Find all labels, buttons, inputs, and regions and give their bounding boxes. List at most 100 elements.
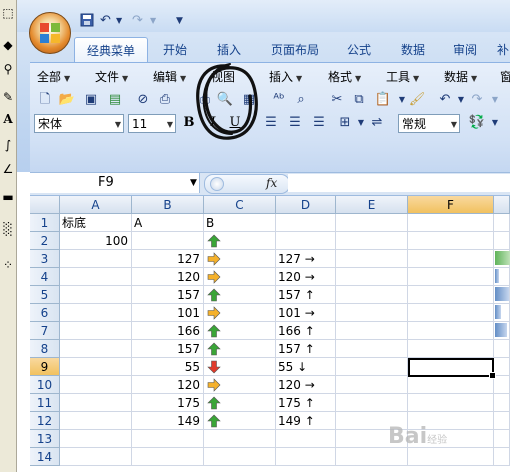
cell-g11[interactable] bbox=[494, 394, 510, 412]
format-painter-icon[interactable]: 🖌 bbox=[408, 91, 426, 109]
undo-dropdown-icon[interactable]: ▼ bbox=[116, 13, 122, 29]
cell-d11[interactable]: 175 ↑ bbox=[276, 394, 336, 412]
cell-g8[interactable] bbox=[494, 340, 510, 358]
column-header-d[interactable]: D bbox=[276, 196, 336, 214]
cell-g12[interactable] bbox=[494, 412, 510, 430]
row-header-10[interactable]: 10 bbox=[30, 376, 60, 394]
redo-icon[interactable]: ↷ bbox=[132, 13, 143, 29]
spray-icon[interactable]: ░ bbox=[1, 222, 15, 236]
print-preview-icon[interactable]: ⎙ bbox=[156, 91, 174, 109]
fill-handle[interactable] bbox=[489, 372, 496, 379]
column-header-f[interactable]: F bbox=[408, 196, 494, 214]
undo-icon[interactable]: ↶ bbox=[100, 13, 111, 29]
number-format-select[interactable]: 常规 ▼ bbox=[398, 114, 460, 133]
cell-c14[interactable] bbox=[204, 448, 276, 466]
cell-d7[interactable]: 166 ↑ bbox=[276, 322, 336, 340]
cell-d5[interactable]: 157 ↑ bbox=[276, 286, 336, 304]
curve-icon[interactable]: ∫ bbox=[1, 138, 15, 152]
cell-d1[interactable] bbox=[276, 214, 336, 232]
cell-b8[interactable]: 157 bbox=[132, 340, 204, 358]
column-header-e[interactable]: E bbox=[336, 196, 408, 214]
menu-data[interactable]: 数据 ▼ bbox=[444, 68, 477, 86]
formula-input[interactable] bbox=[288, 174, 510, 192]
cell-a6[interactable] bbox=[60, 304, 132, 322]
cell-b14[interactable] bbox=[132, 448, 204, 466]
cell-d3[interactable]: 127 → bbox=[276, 250, 336, 268]
formula-cancel-icon[interactable] bbox=[210, 177, 224, 191]
row-header-6[interactable]: 6 bbox=[30, 304, 60, 322]
column-header-a[interactable]: A bbox=[60, 196, 132, 214]
tab-review[interactable]: 审阅 bbox=[442, 37, 488, 63]
cell-e4[interactable] bbox=[336, 268, 408, 286]
cell-e3[interactable] bbox=[336, 250, 408, 268]
row-header-8[interactable]: 8 bbox=[30, 340, 60, 358]
cell-f2[interactable] bbox=[408, 232, 494, 250]
cell-f7[interactable] bbox=[408, 322, 494, 340]
cell-d10[interactable]: 120 → bbox=[276, 376, 336, 394]
row-header-12[interactable]: 12 bbox=[30, 412, 60, 430]
redo-toolbar-dropdown-icon[interactable]: ▼ bbox=[486, 91, 504, 109]
cell-b2[interactable] bbox=[132, 232, 204, 250]
customize-qat-icon[interactable]: ▼ bbox=[176, 13, 183, 29]
row-header-5[interactable]: 5 bbox=[30, 286, 60, 304]
row-header-14[interactable]: 14 bbox=[30, 448, 60, 466]
name-box-dropdown-icon[interactable]: ▼ bbox=[190, 173, 197, 193]
column-header-b[interactable]: B bbox=[132, 196, 204, 214]
font-size-select[interactable]: 11 ▼ bbox=[128, 114, 176, 133]
cell-a9[interactable] bbox=[60, 358, 132, 376]
office-button[interactable] bbox=[29, 12, 71, 54]
cell-g2[interactable] bbox=[494, 232, 510, 250]
cell-f3[interactable] bbox=[408, 250, 494, 268]
text-tool-icon[interactable]: A bbox=[1, 112, 15, 126]
cell-e7[interactable] bbox=[336, 322, 408, 340]
cell-g13[interactable] bbox=[494, 430, 510, 448]
cell-b1[interactable]: A bbox=[132, 214, 204, 232]
pen-icon[interactable]: ✎ bbox=[1, 90, 15, 104]
cell-f5[interactable] bbox=[408, 286, 494, 304]
cell-b11[interactable]: 175 bbox=[132, 394, 204, 412]
cell-a10[interactable] bbox=[60, 376, 132, 394]
cell-e8[interactable] bbox=[336, 340, 408, 358]
cell-g1[interactable] bbox=[494, 214, 510, 232]
spelling-icon[interactable]: ᴬᵇ bbox=[270, 91, 288, 109]
active-cell-f9[interactable] bbox=[408, 358, 496, 379]
cell-e1[interactable] bbox=[336, 214, 408, 232]
cell-f4[interactable] bbox=[408, 268, 494, 286]
copy-icon[interactable]: ⧉ bbox=[350, 91, 368, 109]
currency-format-icon[interactable]: 💱 bbox=[468, 114, 486, 132]
save-icon[interactable]: ▣ bbox=[82, 91, 100, 109]
row-header-2[interactable]: 2 bbox=[30, 232, 60, 250]
cell-d6[interactable]: 101 → bbox=[276, 304, 336, 322]
menu-window[interactable]: 窗 bbox=[500, 68, 510, 86]
open-folder-icon[interactable]: 📂 bbox=[58, 91, 76, 109]
cell-b9[interactable]: 55 bbox=[132, 358, 204, 376]
tab-classic-menu[interactable]: 经典菜单 bbox=[74, 37, 148, 64]
fill-bucket-icon[interactable]: ◆ bbox=[1, 38, 15, 52]
row-header-3[interactable]: 3 bbox=[30, 250, 60, 268]
row-header-1[interactable]: 1 bbox=[30, 214, 60, 232]
cell-a5[interactable] bbox=[60, 286, 132, 304]
cell-f10[interactable] bbox=[408, 376, 494, 394]
row-header-7[interactable]: 7 bbox=[30, 322, 60, 340]
menu-all[interactable]: 全部 ▼ bbox=[37, 68, 70, 86]
currency-dropdown-icon[interactable]: ▼ bbox=[486, 114, 504, 132]
align-right-icon[interactable]: ☰ bbox=[310, 114, 328, 132]
column-header-c[interactable]: C bbox=[204, 196, 276, 214]
rectangle-icon[interactable]: ▬ bbox=[1, 190, 15, 204]
cell-g14[interactable] bbox=[494, 448, 510, 466]
wrap-text-icon[interactable]: ⇌ bbox=[368, 114, 386, 132]
cell-f1[interactable] bbox=[408, 214, 494, 232]
insert-function-button[interactable]: fx bbox=[266, 174, 277, 192]
cell-a3[interactable] bbox=[60, 250, 132, 268]
select-all-corner[interactable] bbox=[30, 196, 60, 214]
cell-d13[interactable] bbox=[276, 430, 336, 448]
tab-formulas[interactable]: 公式 bbox=[336, 37, 382, 63]
cell-f11[interactable] bbox=[408, 394, 494, 412]
new-document-icon[interactable]: 🗋 bbox=[36, 91, 54, 109]
cell-b7[interactable]: 166 bbox=[132, 322, 204, 340]
cell-c1[interactable]: B bbox=[204, 214, 276, 232]
align-center-icon[interactable]: ☰ bbox=[286, 114, 304, 132]
save-icon[interactable] bbox=[80, 13, 94, 29]
cell-a14[interactable] bbox=[60, 448, 132, 466]
row-header-4[interactable]: 4 bbox=[30, 268, 60, 286]
